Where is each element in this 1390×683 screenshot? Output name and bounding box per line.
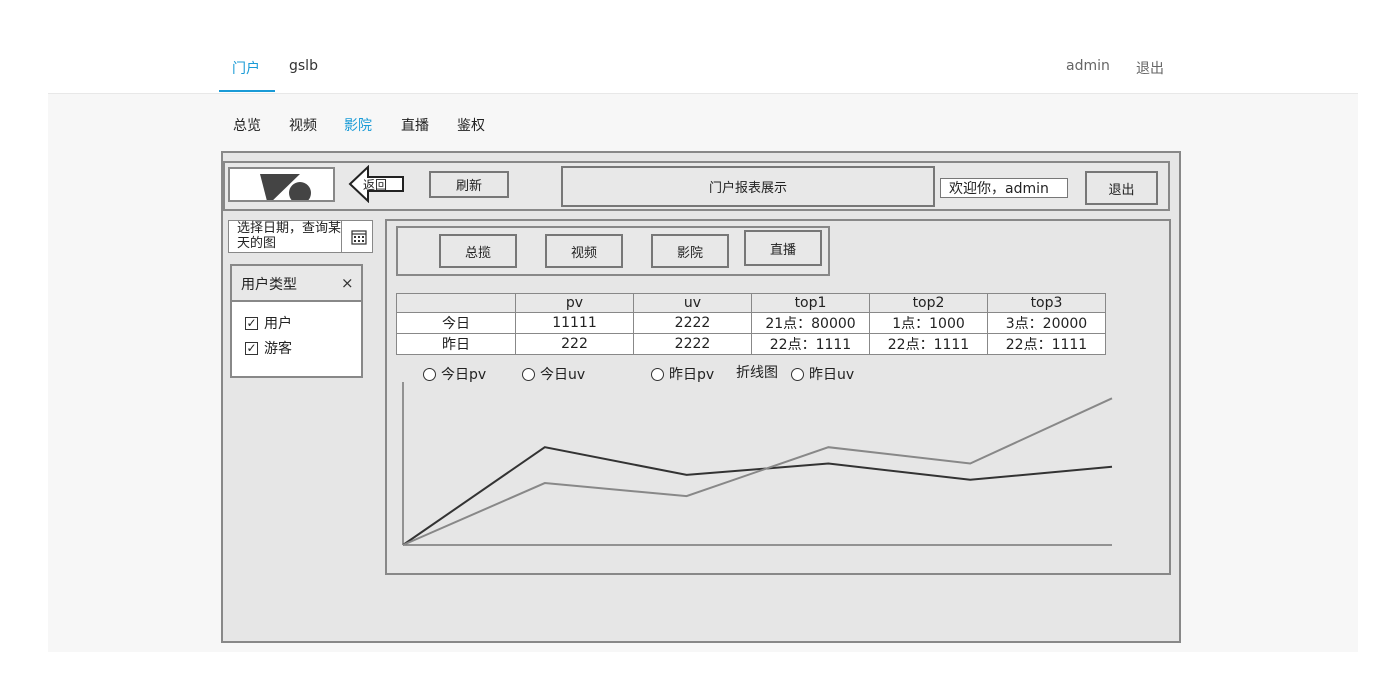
line-chart bbox=[402, 382, 1113, 546]
tab-video[interactable]: 视频 bbox=[545, 234, 623, 268]
table-cell: 昨日 bbox=[396, 333, 516, 355]
filter-header: 用户类型 × bbox=[232, 266, 361, 302]
top-navigation: 门户 gslb admin 退出 bbox=[0, 0, 1390, 92]
table-cell: 2222 bbox=[633, 312, 752, 334]
logo-image bbox=[260, 174, 311, 205]
checkbox-guest-label: 游客 bbox=[264, 341, 292, 357]
table-cell: 222 bbox=[515, 333, 634, 355]
table-cell: 22点：1111 bbox=[869, 333, 988, 355]
tab-live[interactable]: 直播 bbox=[744, 230, 822, 266]
table-cell: 今日 bbox=[396, 312, 516, 334]
back-button[interactable]: 返回 bbox=[348, 165, 405, 203]
column-header: uv bbox=[633, 293, 752, 313]
subnav-live[interactable]: 直播 bbox=[401, 115, 429, 135]
column-header: pv bbox=[515, 293, 634, 313]
checkbox-user-label: 用户 bbox=[264, 316, 292, 332]
table-cell: 22点：1111 bbox=[751, 333, 870, 355]
date-picker[interactable]: 选择日期，查询某天的图 bbox=[228, 220, 373, 253]
subnav-auth[interactable]: 鉴权 bbox=[457, 115, 485, 135]
filter-title: 用户类型 bbox=[241, 277, 297, 293]
checkbox-guest[interactable]: ✓ 游客 bbox=[245, 338, 292, 358]
subnav-cinema[interactable]: 影院 bbox=[344, 115, 372, 135]
subnav-overview[interactable]: 总览 bbox=[233, 115, 261, 135]
table-cell: 3点：20000 bbox=[987, 312, 1106, 334]
logo-box bbox=[228, 167, 335, 205]
tab-overview[interactable]: 总揽 bbox=[439, 234, 517, 268]
table-cell: 21点：80000 bbox=[751, 312, 870, 334]
user-name[interactable]: admin bbox=[1066, 58, 1110, 74]
column-header bbox=[396, 293, 516, 313]
checkbox-guest-box[interactable]: ✓ bbox=[245, 341, 258, 355]
column-header: top2 bbox=[869, 293, 988, 313]
welcome-text: 欢迎你，admin bbox=[940, 178, 1068, 198]
page-title: 门户报表展示 bbox=[561, 166, 935, 207]
refresh-button[interactable]: 刷新 bbox=[429, 171, 509, 198]
table-cell: 2222 bbox=[633, 333, 752, 355]
table-cell: 22点：1111 bbox=[987, 333, 1106, 355]
checkbox-user[interactable]: ✓ 用户 bbox=[245, 313, 292, 333]
table-row: 今日 11111 2222 21点：80000 1点：1000 3点：20000 bbox=[396, 312, 1106, 334]
logout-button[interactable]: 退出 bbox=[1085, 171, 1158, 205]
stats-table: pv uv top1 top2 top3 今日 11111 2222 21点：8… bbox=[396, 293, 1106, 355]
tab-gslb[interactable]: gslb bbox=[289, 58, 318, 74]
back-label: 返回 bbox=[363, 178, 388, 192]
table-cell: 1点：1000 bbox=[869, 312, 988, 334]
column-header: top3 bbox=[987, 293, 1106, 313]
table-cell: 11111 bbox=[515, 312, 634, 334]
calendar-icon[interactable] bbox=[351, 229, 367, 245]
series-line-1 bbox=[402, 446, 1113, 546]
table-header-row: pv uv top1 top2 top3 bbox=[396, 293, 1106, 313]
column-header: top1 bbox=[751, 293, 870, 313]
user-type-filter: 用户类型 × ✓ 用户 ✓ 游客 bbox=[230, 264, 363, 378]
subnav-video[interactable]: 视频 bbox=[289, 115, 317, 135]
active-tab-indicator bbox=[219, 90, 275, 92]
tab-cinema[interactable]: 影院 bbox=[651, 234, 729, 268]
date-picker-divider bbox=[341, 221, 342, 252]
table-row: 昨日 222 2222 22点：1111 22点：1111 22点：1111 bbox=[396, 333, 1106, 355]
tab-portal[interactable]: 门户 bbox=[232, 58, 260, 78]
close-icon[interactable]: × bbox=[341, 274, 354, 292]
checkbox-user-box[interactable]: ✓ bbox=[245, 316, 258, 330]
date-picker-placeholder: 选择日期，查询某天的图 bbox=[237, 221, 342, 251]
top-logout-link[interactable]: 退出 bbox=[1136, 58, 1164, 78]
